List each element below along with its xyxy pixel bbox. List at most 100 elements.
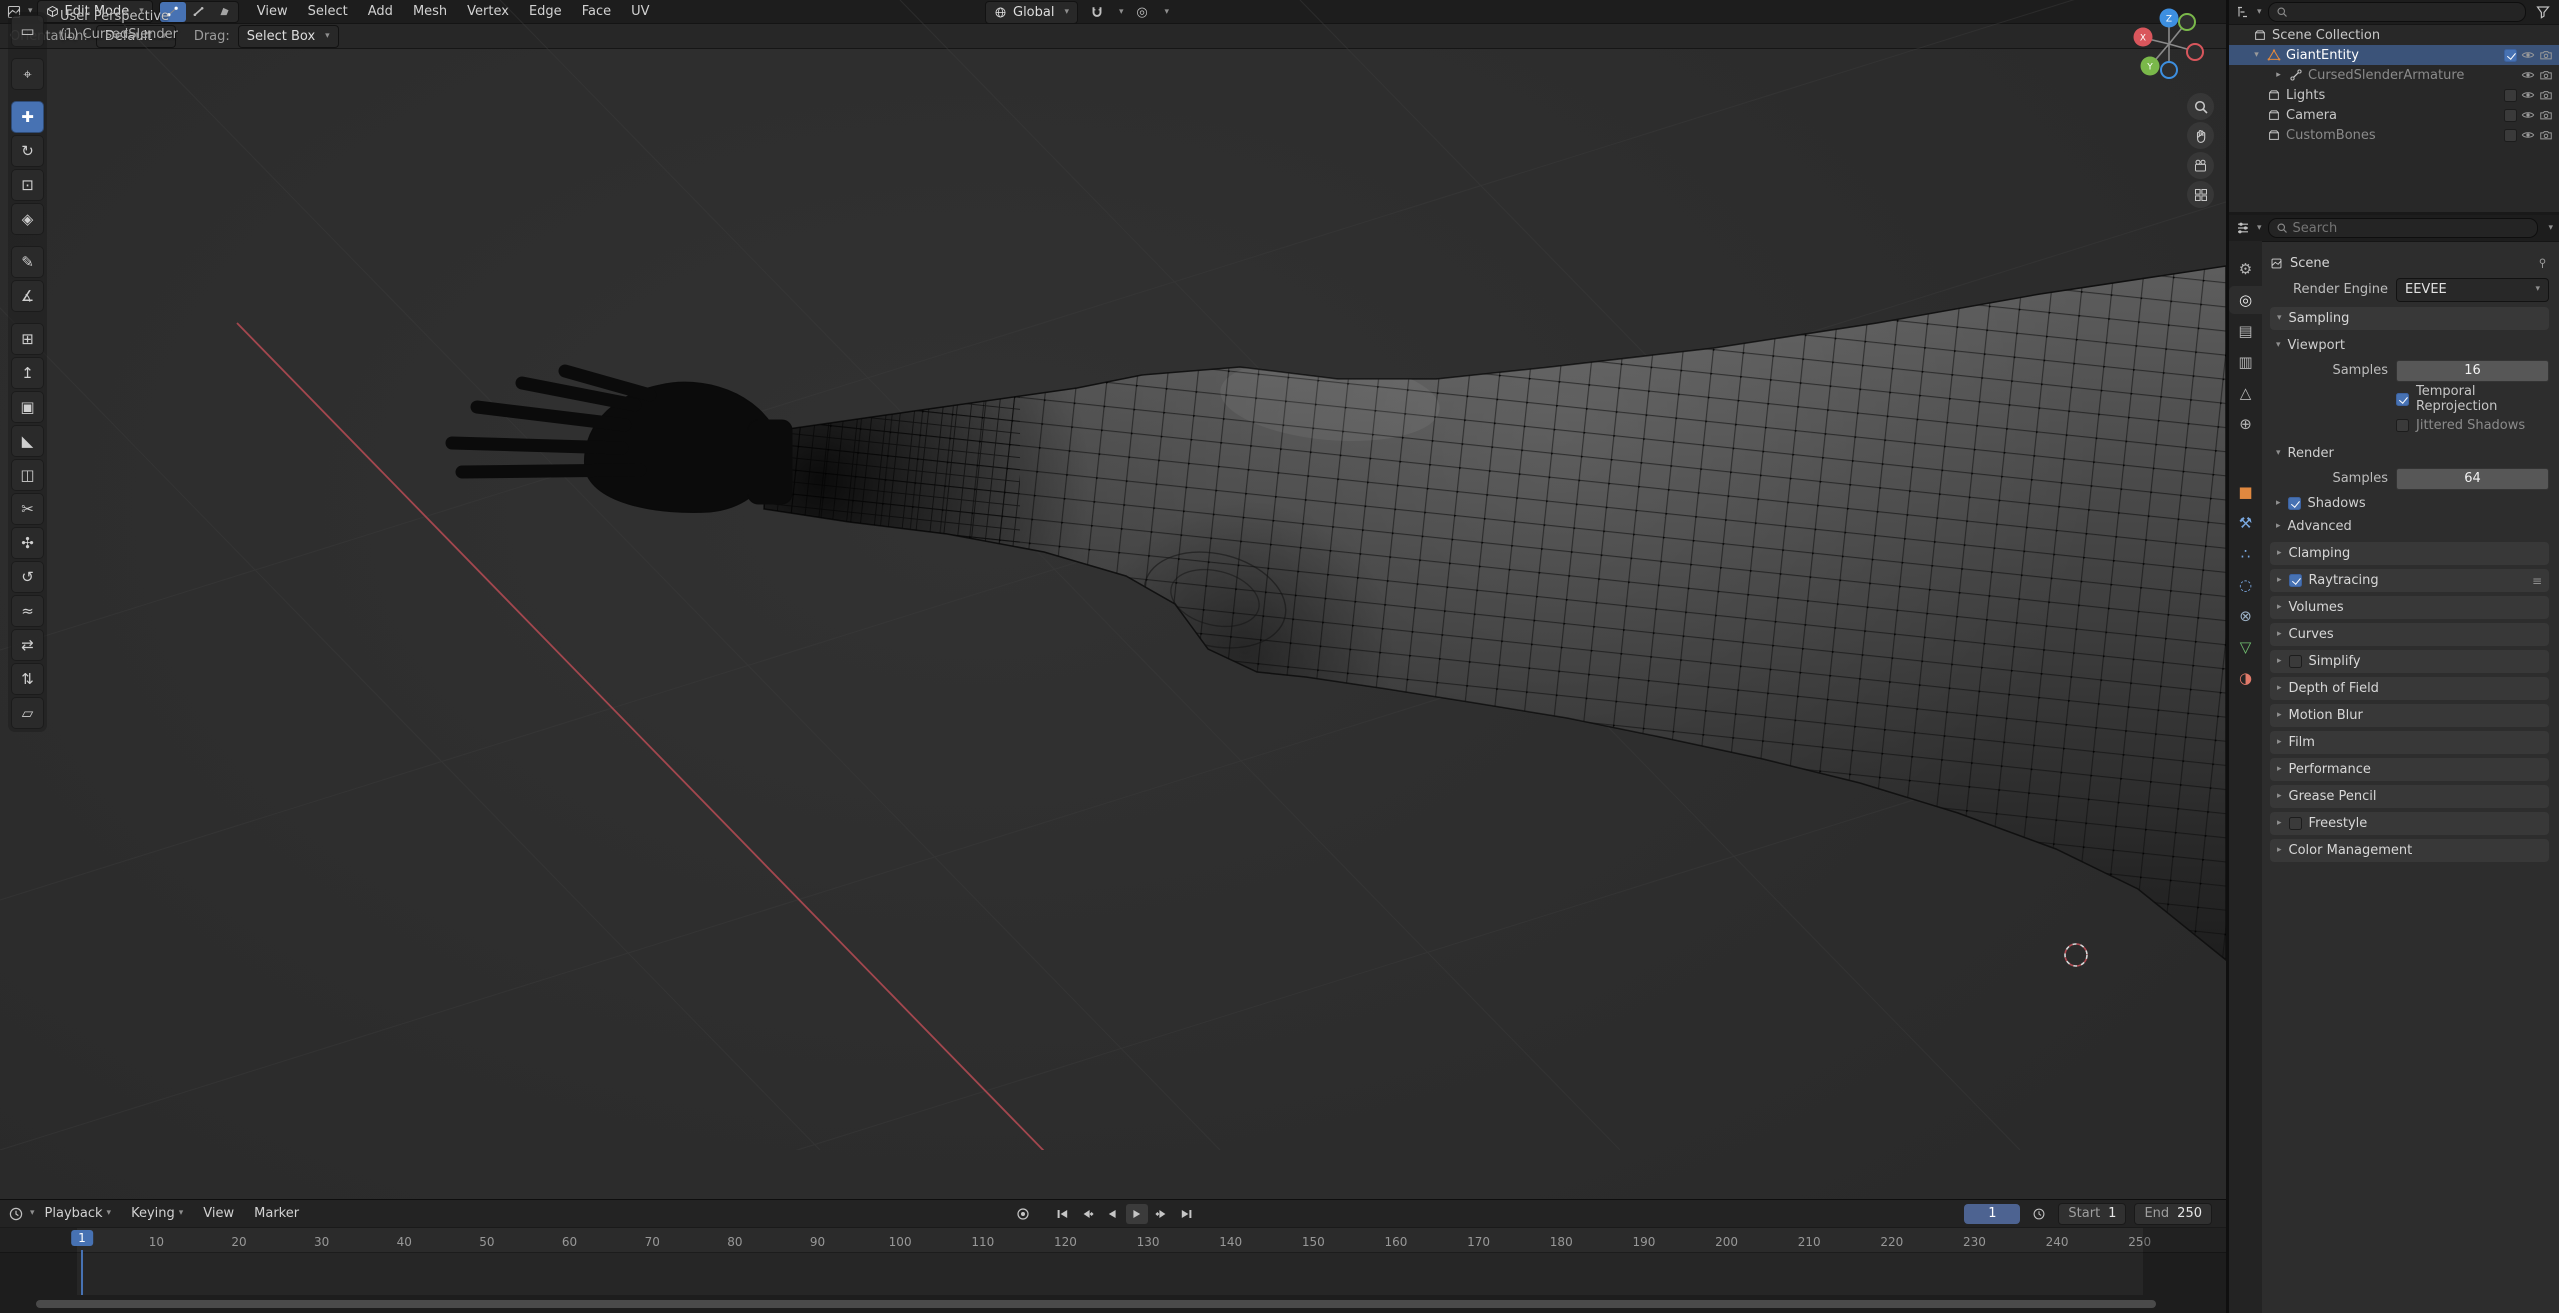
pan-button[interactable]	[2187, 122, 2214, 149]
freestyle-checkbox[interactable]	[2288, 817, 2302, 830]
tab-tool[interactable]: ⚙	[2229, 255, 2262, 283]
tool-annotate[interactable]: ✎	[11, 246, 44, 278]
expand-icon[interactable]: ▾	[2251, 50, 2262, 60]
play-reverse-button[interactable]	[1101, 1204, 1123, 1224]
section-volumes[interactable]: ▸ Volumes	[2270, 596, 2549, 619]
tool-smooth[interactable]: ≈	[11, 595, 44, 627]
tab-modifiers[interactable]: ⚒	[2229, 509, 2262, 537]
tool-rotate[interactable]: ↻	[11, 135, 44, 167]
viewport-samples-field[interactable]: 16	[2396, 359, 2549, 382]
tool-spin[interactable]: ↺	[11, 561, 44, 593]
properties-editor-type-button[interactable]: ▾	[2235, 218, 2262, 239]
presets-menu-icon[interactable]: ≡	[2532, 575, 2542, 587]
subsection-advanced[interactable]: ▸ Advanced	[2270, 515, 2549, 538]
preview-range-button[interactable]	[2028, 1204, 2050, 1224]
outliner-row-scene-collection[interactable]: Scene Collection	[2229, 25, 2559, 45]
tool-shrink-fatten[interactable]: ⇅	[11, 663, 44, 695]
playhead-line[interactable]	[81, 1250, 83, 1295]
gizmo-x-neg[interactable]	[2186, 43, 2204, 61]
section-clamping[interactable]: ▸ Clamping	[2270, 542, 2549, 565]
outliner-search-input[interactable]	[2292, 4, 2518, 20]
zoom-button[interactable]	[2187, 93, 2214, 120]
timeline-body[interactable]: 10 20 30 40 50 60 70 80 90 100 110 120 1…	[0, 1228, 2226, 1296]
tool-measure[interactable]: ∡	[11, 280, 44, 312]
subsection-render[interactable]: ▾ Render	[2270, 442, 2549, 465]
properties-search-input[interactable]	[2292, 220, 2531, 236]
end-frame-field[interactable]: End 250	[2134, 1202, 2212, 1225]
navigation-gizmo[interactable]: Z X Y	[2124, 8, 2216, 94]
raytracing-checkbox[interactable]	[2288, 574, 2302, 587]
section-depth-of-field[interactable]: ▸ Depth of Field	[2270, 677, 2549, 700]
camera-icon[interactable]	[2539, 108, 2553, 122]
tool-cursor[interactable]: ⌖	[11, 58, 44, 90]
viewport-3d[interactable]: User Perspective (1) CursedSlender ▭ ⌖ ✚…	[0, 0, 2226, 1199]
section-motion-blur[interactable]: ▸ Motion Blur	[2270, 704, 2549, 727]
frame-ruler[interactable]: 10 20 30 40 50 60 70 80 90 100 110 120 1…	[0, 1228, 2226, 1253]
filter-button[interactable]	[2532, 2, 2553, 23]
subsection-shadows[interactable]: ▸ Shadows	[2270, 492, 2549, 515]
section-performance[interactable]: ▸ Performance	[2270, 758, 2549, 781]
render-engine-dropdown[interactable]: EEVEE ▾	[2396, 277, 2549, 302]
playhead-label[interactable]: 1	[71, 1230, 93, 1246]
section-freestyle[interactable]: ▸ Freestyle	[2270, 812, 2549, 835]
exclude-checkbox[interactable]	[2504, 128, 2517, 142]
section-color-management[interactable]: ▸ Color Management	[2270, 839, 2549, 862]
tab-object-data[interactable]: ▽	[2229, 633, 2262, 661]
scrollbar-thumb[interactable]	[36, 1300, 2156, 1308]
properties-options-dropdown[interactable]: ▾	[2548, 223, 2553, 233]
tool-edge-slide[interactable]: ⇄	[11, 629, 44, 661]
menu-marker[interactable]: Marker	[244, 1200, 309, 1227]
tab-particles[interactable]: ∴	[2229, 540, 2262, 568]
tab-view-layer[interactable]: ▥	[2229, 348, 2262, 376]
exclude-checkbox[interactable]	[2504, 88, 2517, 102]
eye-icon[interactable]	[2521, 128, 2535, 142]
temporal-reprojection-checkbox[interactable]	[2396, 392, 2409, 406]
render-samples-field[interactable]: 64	[2396, 467, 2549, 490]
section-sampling[interactable]: ▾ Sampling	[2270, 307, 2549, 330]
tab-physics[interactable]: ◌	[2229, 571, 2262, 599]
eye-icon[interactable]	[2521, 68, 2535, 82]
tool-poly-build[interactable]: ✣	[11, 527, 44, 559]
tool-move[interactable]: ✚	[11, 101, 44, 133]
subsection-viewport[interactable]: ▾ Viewport	[2270, 334, 2549, 357]
camera-icon[interactable]	[2539, 48, 2553, 62]
section-curves[interactable]: ▸ Curves	[2270, 623, 2549, 646]
tool-scale[interactable]: ⊡	[11, 169, 44, 201]
ortho-toggle-button[interactable]	[2187, 181, 2214, 208]
outliner-row-camera[interactable]: Camera	[2229, 105, 2559, 125]
section-film[interactable]: ▸ Film	[2270, 731, 2549, 754]
tab-constraints[interactable]: ⊗	[2229, 602, 2262, 630]
jump-to-end-button[interactable]	[1176, 1204, 1198, 1224]
breadcrumb-scene[interactable]: Scene	[2290, 256, 2330, 271]
simplify-checkbox[interactable]	[2288, 655, 2302, 668]
tab-world[interactable]: ⊕	[2229, 410, 2262, 438]
section-grease-pencil[interactable]: ▸ Grease Pencil	[2270, 785, 2549, 808]
tab-output[interactable]: ▤	[2229, 317, 2262, 345]
tool-transform[interactable]: ◈	[11, 203, 44, 235]
jump-to-start-button[interactable]	[1051, 1204, 1073, 1224]
properties-search[interactable]	[2267, 218, 2539, 238]
tab-object[interactable]: ■	[2229, 478, 2262, 506]
menu-playback[interactable]: Playback ▾	[35, 1200, 122, 1227]
eye-icon[interactable]	[2521, 48, 2535, 62]
tool-bevel[interactable]: ◣	[11, 425, 44, 457]
prev-keyframe-button[interactable]	[1076, 1204, 1098, 1224]
gizmo-z-neg[interactable]	[2160, 61, 2178, 79]
selectable-checkbox[interactable]	[2504, 48, 2517, 62]
outliner-row-armature[interactable]: ▸ CursedSlenderArmature	[2229, 65, 2559, 85]
tab-render[interactable]: ◎	[2229, 286, 2262, 314]
eye-icon[interactable]	[2521, 108, 2535, 122]
next-keyframe-button[interactable]	[1151, 1204, 1173, 1224]
timeline-editor-type-button[interactable]: ▾	[8, 1203, 35, 1224]
tool-extrude-region[interactable]: ↥	[11, 357, 44, 389]
tool-shear[interactable]: ▱	[11, 697, 44, 729]
section-raytracing[interactable]: ▸ Raytracing ≡	[2270, 569, 2549, 592]
tool-loop-cut[interactable]: ◫	[11, 459, 44, 491]
pin-icon[interactable]	[2536, 257, 2549, 270]
timeline-tracks[interactable]	[0, 1253, 2226, 1296]
start-frame-field[interactable]: Start 1	[2058, 1202, 2127, 1225]
timeline-scrollbar[interactable]	[0, 1295, 2226, 1313]
tool-knife[interactable]: ✂	[11, 493, 44, 525]
outliner-row-lights[interactable]: Lights	[2229, 85, 2559, 105]
camera-view-button[interactable]	[2187, 152, 2214, 179]
